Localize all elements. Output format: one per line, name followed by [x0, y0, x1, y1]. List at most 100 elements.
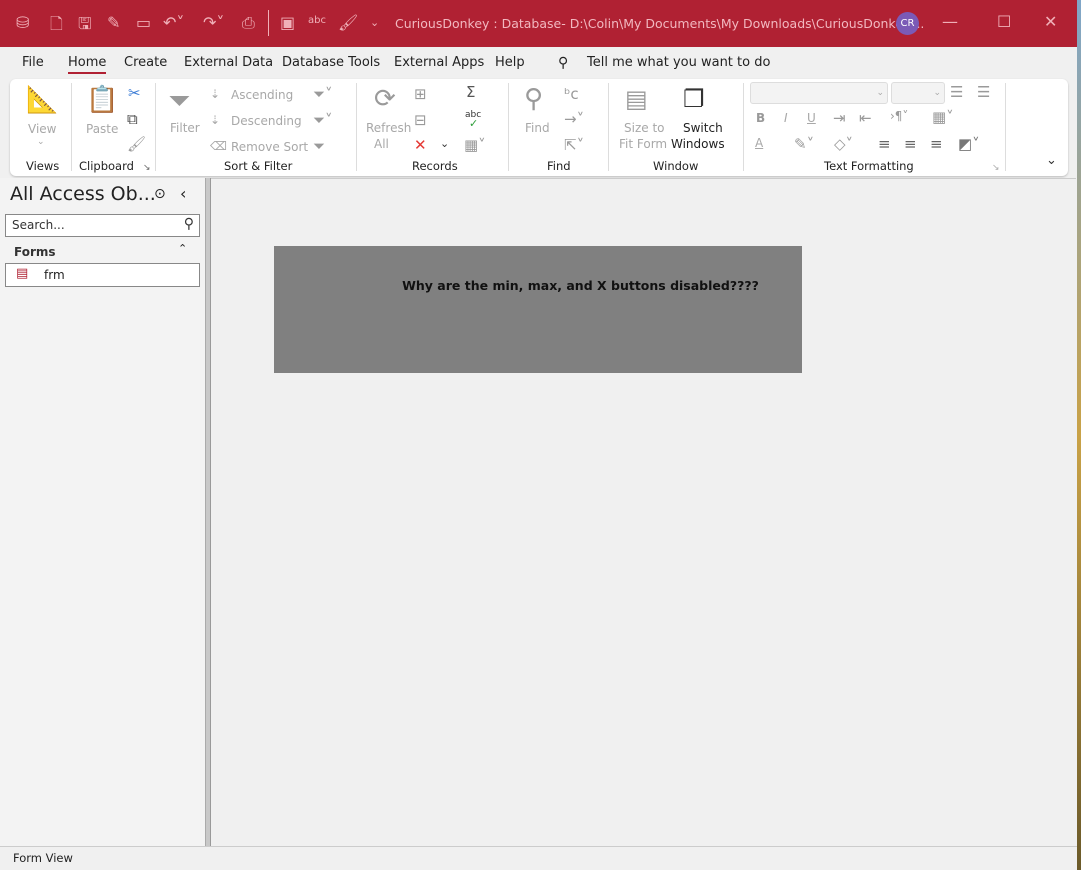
maximize-icon[interactable]: ☐ — [997, 12, 1011, 31]
fit-form-label[interactable]: Fit Form — [619, 137, 667, 151]
ribbon-tabs: File Home Create External Data Database … — [0, 47, 1077, 78]
navigation-pane: All Access Ob... ⊙ ‹ Search... ⚲ Forms ⌃ … — [0, 178, 205, 846]
replace-icon[interactable]: ᵇc — [564, 85, 579, 103]
bold-button[interactable]: B — [756, 111, 765, 125]
tab-help[interactable]: Help — [495, 55, 525, 70]
tab-file[interactable]: File — [22, 55, 44, 70]
paragraph-direction-icon[interactable]: ›¶˅ — [890, 109, 908, 123]
more-icon[interactable]: ▦˅ — [464, 136, 486, 154]
font-size-combo[interactable]: ⌄ — [891, 82, 945, 104]
avatar[interactable]: CR — [896, 12, 919, 35]
size-to-fit-button[interactable]: Size to — [624, 121, 665, 135]
search-icon: ⚲ — [558, 55, 569, 71]
copy-icon[interactable]: ⧉ — [127, 110, 138, 128]
collapse-ribbon-icon[interactable]: ⌄ — [1046, 153, 1057, 168]
desktop-background — [1077, 0, 1081, 870]
view-icon[interactable]: 📐 — [26, 85, 58, 115]
group-label-records: Records — [412, 159, 458, 173]
save-as-icon[interactable]: ✎ — [107, 13, 120, 32]
shutter-bar-icon[interactable]: ‹ — [180, 184, 186, 203]
remove-sort-button[interactable]: Remove Sort — [231, 140, 308, 154]
status-text: Form View — [13, 851, 73, 865]
nav-menu-icon[interactable]: ⊙ — [154, 186, 166, 202]
search-icon: ⚲ — [183, 216, 194, 232]
close-icon[interactable]: ✕ — [1044, 12, 1057, 31]
alternate-row-color-icon[interactable]: ◩˅ — [958, 135, 980, 153]
tab-database-tools[interactable]: Database Tools — [282, 55, 380, 70]
save-record-icon[interactable]: ⊟ — [414, 111, 427, 129]
windows-label[interactable]: Windows — [671, 137, 725, 151]
search-placeholder: Search... — [12, 218, 65, 232]
fill-color-icon[interactable]: ◇˅ — [834, 135, 853, 153]
open-icon[interactable]: ▭ — [136, 13, 151, 32]
form-icon[interactable]: ▣ — [280, 13, 295, 32]
align-left-icon[interactable]: ≡ — [878, 135, 891, 153]
size-to-fit-icon[interactable]: ▤ — [625, 85, 648, 113]
align-right-icon[interactable]: ≡ — [930, 135, 943, 153]
minimize-icon[interactable]: — — [942, 12, 958, 31]
nav-pane-title[interactable]: All Access Ob... — [10, 183, 156, 205]
new-record-icon[interactable]: ⊞ — [414, 85, 427, 103]
selection-filter-icon[interactable]: ⏷˅ — [313, 85, 333, 103]
refresh-icon[interactable]: ⟳ — [374, 84, 396, 114]
dialog-launcher-icon[interactable]: ↘ — [143, 163, 151, 173]
print-icon[interactable]: ⎙ — [242, 13, 255, 33]
new-icon[interactable]: 🗋 — [50, 13, 63, 40]
underline-button[interactable]: U — [807, 111, 816, 125]
redo-icon[interactable]: ↷˅ — [203, 13, 224, 32]
bullets-icon[interactable]: ☰ — [950, 83, 963, 101]
italic-button[interactable]: I — [784, 111, 788, 125]
delete-icon[interactable]: ✕ — [414, 136, 427, 154]
group-label-views: Views — [26, 159, 60, 173]
select-icon[interactable]: ⇱˅ — [564, 136, 584, 154]
spelling-icon[interactable]: abc — [308, 15, 326, 26]
tab-external-data[interactable]: External Data — [184, 55, 273, 70]
list-item[interactable]: ▤ frm — [5, 263, 200, 287]
tab-external-apps[interactable]: External Apps — [394, 55, 484, 70]
format-painter-icon[interactable]: 🖌 — [127, 135, 146, 153]
undo-icon[interactable]: ↶˅ — [163, 13, 184, 32]
decrease-indent-icon[interactable]: ⇤ — [859, 109, 872, 127]
gridlines-icon[interactable]: ▦˅ — [932, 108, 954, 126]
ascending-button[interactable]: Ascending — [231, 88, 293, 102]
chevron-up-icon[interactable]: ⌃ — [178, 242, 187, 255]
tab-home[interactable]: Home — [68, 55, 107, 74]
paste-icon[interactable]: 📋 — [86, 85, 118, 115]
switch-windows-button[interactable]: Switch — [683, 121, 723, 135]
align-center-icon[interactable]: ≡ — [904, 135, 917, 153]
font-color-button[interactable]: A — [755, 136, 763, 150]
highlight-icon[interactable]: ✎˅ — [794, 135, 814, 153]
goto-icon[interactable]: →˅ — [564, 110, 584, 128]
find-button[interactable]: Find — [525, 121, 550, 135]
paste-button[interactable]: Paste — [86, 122, 118, 136]
advanced-filter-icon[interactable]: ⏷˅ — [313, 111, 333, 129]
filter-button[interactable]: Filter — [170, 121, 200, 135]
descending-button[interactable]: Descending — [231, 114, 302, 128]
chevron-down-icon[interactable]: ⌄ — [37, 137, 45, 147]
form-label: Why are the min, max, and X buttons disa… — [402, 278, 759, 293]
chevron-down-icon[interactable]: ⌄ — [440, 137, 449, 150]
numbering-icon[interactable]: ☰ — [977, 83, 990, 101]
forms-section-header[interactable]: Forms — [14, 245, 56, 259]
list-item-label: frm — [44, 268, 65, 282]
search-input[interactable]: Search... ⚲ — [5, 214, 200, 237]
totals-icon[interactable]: Σ — [466, 83, 475, 101]
save-icon[interactable]: 🖫 — [78, 13, 92, 40]
tell-me-input[interactable]: Tell me what you want to do — [587, 55, 770, 70]
refresh-button[interactable]: Refresh — [366, 121, 411, 135]
view-button[interactable]: View — [28, 122, 56, 136]
customize-qat-icon[interactable]: ⌄ — [370, 16, 379, 29]
access-logo-icon: ⛁ — [16, 13, 30, 32]
format-painter-icon[interactable]: 🖌 — [338, 13, 358, 32]
switch-windows-icon[interactable]: ❐ — [683, 85, 705, 113]
cut-icon[interactable]: ✂ — [128, 84, 141, 102]
refresh-all-label[interactable]: All — [374, 137, 389, 151]
tab-create[interactable]: Create — [124, 55, 167, 70]
dialog-launcher-icon[interactable]: ↘ — [992, 163, 1000, 173]
font-name-combo[interactable]: ⌄ — [750, 82, 888, 104]
toggle-filter-icon[interactable]: ⏷ — [313, 137, 325, 155]
title-bar: ⛁ 🗋 🖫 ✎ ▭ ↶˅ ↷˅ ⎙ ▣ abc 🖌 ⌄ CuriousDonke… — [0, 0, 1077, 47]
find-icon[interactable]: ⚲ — [524, 84, 543, 114]
filter-icon[interactable]: ⏷ — [168, 84, 190, 118]
increase-indent-icon[interactable]: ⇥ — [833, 109, 846, 127]
